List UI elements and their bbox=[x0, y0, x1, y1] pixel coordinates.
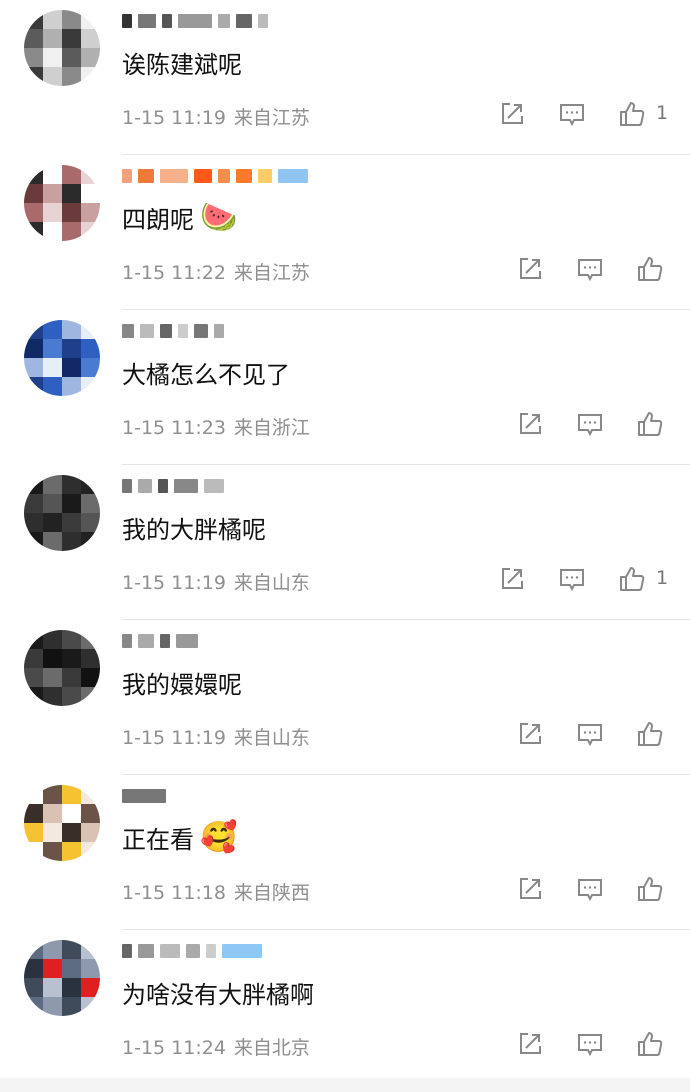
avatar[interactable] bbox=[24, 940, 100, 1016]
comment-text-content: 诶陈建斌呢 bbox=[122, 51, 242, 79]
comment-icon[interactable] bbox=[558, 565, 588, 595]
username-obscured[interactable] bbox=[122, 785, 166, 807]
avatar[interactable] bbox=[24, 475, 100, 551]
comment-meta: 1-15 11:19 来自江苏 bbox=[122, 103, 310, 130]
share-icon[interactable] bbox=[498, 100, 528, 130]
like-count: 1 bbox=[656, 567, 669, 589]
timestamp: 1-15 11:23 bbox=[122, 417, 226, 439]
location: 来自北京 bbox=[233, 1037, 310, 1059]
avatar[interactable] bbox=[24, 165, 100, 241]
comment-text-content: 正在看 bbox=[122, 826, 194, 854]
comment-item: 诶陈建斌呢 1-15 11:19 来自江苏 1 bbox=[0, 0, 690, 155]
avatar[interactable] bbox=[24, 630, 100, 706]
thumbs-up-icon[interactable] bbox=[636, 410, 666, 440]
location: 来自陕西 bbox=[233, 882, 310, 904]
avatar[interactable] bbox=[24, 10, 100, 86]
comment-icon[interactable] bbox=[576, 410, 606, 440]
bottom-bar bbox=[0, 1078, 690, 1092]
comment-meta: 1-15 11:19 来自山东 bbox=[122, 568, 310, 595]
location: 来自浙江 bbox=[233, 417, 310, 439]
comment-text-content: 我的大胖橘呢 bbox=[122, 516, 266, 544]
thumbs-up-icon[interactable] bbox=[618, 100, 648, 130]
comment-meta: 1-15 11:24 来自北京 bbox=[122, 1033, 310, 1060]
comment-text-content: 大橘怎么不见了 bbox=[122, 361, 290, 389]
location: 来自江苏 bbox=[233, 107, 310, 129]
avatar[interactable] bbox=[24, 785, 100, 861]
comment-text: 正在看 🥰 bbox=[122, 820, 237, 855]
comment-text: 四朗呢 🍉 bbox=[122, 200, 237, 235]
thumbs-up-icon[interactable] bbox=[618, 565, 648, 595]
watermelon-emoji: 🍉 bbox=[200, 199, 238, 235]
share-icon[interactable] bbox=[498, 565, 528, 595]
timestamp: 1-15 11:19 bbox=[122, 572, 226, 594]
comment-meta: 1-15 11:22 来自江苏 bbox=[122, 258, 310, 285]
comment-text-content: 为啥没有大胖橘啊 bbox=[122, 981, 314, 1009]
timestamp: 1-15 11:18 bbox=[122, 882, 226, 904]
share-icon[interactable] bbox=[516, 410, 546, 440]
comment-icon[interactable] bbox=[558, 100, 588, 130]
avatar[interactable] bbox=[24, 320, 100, 396]
username-obscured[interactable] bbox=[122, 165, 308, 187]
username-obscured[interactable] bbox=[122, 10, 268, 32]
comment-meta: 1-15 11:23 来自浙江 bbox=[122, 413, 310, 440]
thumbs-up-icon[interactable] bbox=[636, 1030, 666, 1060]
like-count: 1 bbox=[656, 102, 669, 124]
comment-icon[interactable] bbox=[576, 255, 606, 285]
comment-meta: 1-15 11:19 来自山东 bbox=[122, 723, 310, 750]
username-obscured[interactable] bbox=[122, 475, 224, 497]
timestamp: 1-15 11:19 bbox=[122, 727, 226, 749]
username-obscured[interactable] bbox=[122, 630, 198, 652]
share-icon[interactable] bbox=[516, 875, 546, 905]
comment-text-content: 我的嬛嬛呢 bbox=[122, 671, 242, 699]
comment-item: 我的嬛嬛呢 1-15 11:19 来自山东 bbox=[0, 620, 690, 775]
timestamp: 1-15 11:22 bbox=[122, 262, 226, 284]
comment-text: 我的大胖橘呢 bbox=[122, 510, 266, 545]
comment-item: 四朗呢 🍉 1-15 11:22 来自江苏 bbox=[0, 155, 690, 310]
comment-item: 我的大胖橘呢 1-15 11:19 来自山东 1 bbox=[0, 465, 690, 620]
comment-item: 大橘怎么不见了 1-15 11:23 来自浙江 bbox=[0, 310, 690, 465]
comment-text: 我的嬛嬛呢 bbox=[122, 665, 242, 700]
share-icon[interactable] bbox=[516, 1030, 546, 1060]
username-obscured[interactable] bbox=[122, 320, 224, 342]
comment-text: 为啥没有大胖橘啊 bbox=[122, 975, 314, 1010]
comment-icon[interactable] bbox=[576, 1030, 606, 1060]
thumbs-up-icon[interactable] bbox=[636, 255, 666, 285]
share-icon[interactable] bbox=[516, 255, 546, 285]
username-obscured[interactable] bbox=[122, 940, 262, 962]
location: 来自山东 bbox=[233, 572, 310, 594]
location: 来自江苏 bbox=[233, 262, 310, 284]
thumbs-up-icon[interactable] bbox=[636, 875, 666, 905]
comment-item: 为啥没有大胖橘啊 1-15 11:24 来自北京 bbox=[0, 930, 690, 1085]
share-icon[interactable] bbox=[516, 720, 546, 750]
location: 来自山东 bbox=[233, 727, 310, 749]
comment-text-content: 四朗呢 bbox=[122, 206, 194, 234]
thumbs-up-icon[interactable] bbox=[636, 720, 666, 750]
comment-icon[interactable] bbox=[576, 875, 606, 905]
comment-text: 大橘怎么不见了 bbox=[122, 355, 290, 390]
smiling-face-hearts-emoji: 🥰 bbox=[200, 819, 238, 855]
timestamp: 1-15 11:24 bbox=[122, 1037, 226, 1059]
comment-meta: 1-15 11:18 来自陕西 bbox=[122, 878, 310, 905]
comment-item: 正在看 🥰 1-15 11:18 来自陕西 bbox=[0, 775, 690, 930]
comment-icon[interactable] bbox=[576, 720, 606, 750]
comment-text: 诶陈建斌呢 bbox=[122, 45, 242, 80]
timestamp: 1-15 11:19 bbox=[122, 107, 226, 129]
